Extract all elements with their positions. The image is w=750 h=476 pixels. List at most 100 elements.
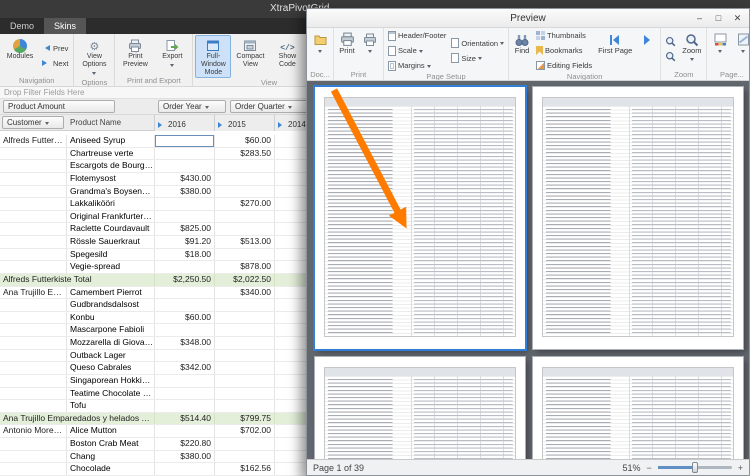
year-header-2016[interactable]: 2016 <box>155 115 215 131</box>
value-cell-2015[interactable] <box>215 349 275 362</box>
pivot-row[interactable]: Alfreds Futterkiste Aniseed Syrup $60.00 <box>0 135 336 148</box>
customer-cell[interactable] <box>0 438 67 450</box>
customer-cell[interactable]: Alfreds Futterkiste Total <box>0 273 155 286</box>
product-cell[interactable]: Grandma's Boysenberry Spread <box>67 185 155 198</box>
zoom-minus-button[interactable] <box>646 463 651 473</box>
value-cell-2015[interactable]: $340.00 <box>215 286 275 299</box>
value-cell-2015[interactable]: $799.75 <box>215 412 275 425</box>
zoom-out-button[interactable] <box>663 36 678 49</box>
value-cell-2016[interactable] <box>155 400 215 412</box>
customer-cell[interactable] <box>0 337 67 349</box>
thumbnails-button[interactable]: Thumbnails <box>534 29 594 42</box>
value-cell-2016[interactable] <box>155 261 215 273</box>
preview-page-2[interactable] <box>533 87 743 349</box>
value-cell-2016[interactable]: $380.00 <box>155 450 215 463</box>
product-cell[interactable]: Rössle Sauerkraut <box>67 236 155 248</box>
product-cell[interactable]: Alice Mutton <box>67 425 155 437</box>
product-cell[interactable]: Spegesild <box>67 248 155 261</box>
value-cell-2016[interactable] <box>155 324 215 336</box>
pivot-row[interactable]: Boston Crab Meat $220.80 <box>0 438 336 451</box>
value-cell-2016[interactable]: $220.80 <box>155 438 215 450</box>
customer-cell[interactable] <box>0 311 67 324</box>
value-cell-2015[interactable]: $513.00 <box>215 236 275 248</box>
value-cell-2016[interactable] <box>155 387 215 400</box>
product-cell[interactable]: Flotemysost <box>67 172 155 185</box>
product-cell[interactable]: Boston Crab Meat <box>67 438 155 450</box>
product-cell[interactable]: Raclette Courdavault <box>67 223 155 235</box>
value-cell-2016[interactable]: $60.00 <box>155 311 215 324</box>
value-cell-2016[interactable]: $348.00 <box>155 337 215 349</box>
pivot-row[interactable]: Outback Lager <box>0 349 336 363</box>
customer-cell[interactable] <box>0 147 67 160</box>
value-cell-2016[interactable] <box>155 374 215 387</box>
size-button[interactable]: Size <box>449 52 506 65</box>
product-cell[interactable]: Original Frankfurter grüne Soße <box>67 210 155 223</box>
value-cell-2015[interactable]: $270.00 <box>215 198 275 210</box>
pivot-row[interactable]: Flotemysost $430.00 <box>0 172 336 186</box>
preview-page-3[interactable] <box>315 357 525 459</box>
pivot-row[interactable]: Raclette Courdavault $825.00 <box>0 223 336 236</box>
value-cell-2016[interactable]: $2,250.50 <box>155 273 215 286</box>
product-cell[interactable]: Vegie-spread <box>67 261 155 273</box>
pivot-row[interactable]: Vegie-spread $878.00 <box>0 261 336 274</box>
pivot-row[interactable]: Teatime Chocolate Biscuits <box>0 387 336 401</box>
pivot-row[interactable]: Lakkalikööri $270.00 <box>0 198 336 211</box>
product-cell[interactable]: Chang <box>67 450 155 463</box>
value-cell-2015[interactable] <box>215 223 275 235</box>
customer-cell[interactable] <box>0 198 67 210</box>
customer-cell[interactable] <box>0 210 67 223</box>
full-window-mode-button[interactable]: Full-Window Mode <box>195 35 232 78</box>
product-cell[interactable]: Konbu <box>67 311 155 324</box>
customer-cell[interactable]: Ana Trujillo Emparedados y helados Total <box>0 412 155 425</box>
zoom-in-button[interactable] <box>663 51 678 64</box>
export-button[interactable]: Export <box>154 35 190 76</box>
customer-cell[interactable]: Antonio Moreno Taquería <box>0 425 67 437</box>
tab-demo[interactable]: Demo <box>0 18 44 34</box>
pivot-row[interactable]: Grandma's Boysenberry Spread $380.00 <box>0 185 336 199</box>
customer-cell[interactable] <box>0 374 67 387</box>
zoom-plus-button[interactable] <box>738 463 743 473</box>
value-cell-2015[interactable] <box>215 160 275 172</box>
value-cell-2015[interactable]: $60.00 <box>215 135 275 147</box>
customer-cell[interactable] <box>0 324 67 336</box>
product-cell[interactable]: Camembert Pierrot <box>67 286 155 299</box>
value-cell-2015[interactable] <box>215 387 275 400</box>
product-cell[interactable]: Mozzarella di Giovanni <box>67 337 155 349</box>
print-button[interactable]: Print <box>336 29 358 70</box>
customer-cell[interactable] <box>0 185 67 198</box>
margins-button[interactable]: Margins <box>386 59 448 72</box>
customer-cell[interactable] <box>0 450 67 463</box>
value-cell-2016[interactable] <box>155 147 215 160</box>
expand-icon[interactable] <box>278 121 285 128</box>
zoom-slider[interactable] <box>657 462 732 473</box>
value-cell-2016[interactable]: $430.00 <box>155 172 215 185</box>
view-options-button[interactable]: View Options <box>76 35 112 78</box>
bookmarks-button[interactable]: Bookmarks <box>534 44 594 57</box>
value-cell-2015[interactable] <box>215 172 275 185</box>
customer-cell[interactable]: Ana Trujillo Emparedados y helados <box>0 286 67 299</box>
value-cell-2016[interactable] <box>155 160 215 172</box>
value-cell-2015[interactable] <box>215 299 275 311</box>
pivot-row[interactable]: Spegesild $18.00 <box>0 248 336 262</box>
watermark-button[interactable] <box>732 29 749 70</box>
expand-icon[interactable] <box>218 121 225 128</box>
next-page-button[interactable] <box>636 29 658 72</box>
expand-icon[interactable] <box>158 121 165 128</box>
product-cell[interactable]: Singaporean Hokkien Fried Mee <box>67 374 155 387</box>
customer-cell[interactable] <box>0 160 67 172</box>
product-name-header[interactable]: Product Name <box>67 115 155 131</box>
customer-cell[interactable] <box>0 172 67 185</box>
value-cell-2015[interactable] <box>215 210 275 223</box>
value-cell-2015[interactable]: $2,022.50 <box>215 273 275 286</box>
pivot-row[interactable]: Antonio Moreno Taquería Alice Mutton $70… <box>0 425 336 438</box>
preview-page-4[interactable] <box>533 357 743 459</box>
find-button[interactable]: Find <box>511 29 533 72</box>
page-color-button[interactable] <box>709 29 731 70</box>
value-cell-2016[interactable]: $18.00 <box>155 248 215 261</box>
product-cell[interactable]: Escargots de Bourgogne <box>67 160 155 172</box>
value-cell-2015[interactable] <box>215 400 275 412</box>
pivot-row[interactable]: Escargots de Bourgogne <box>0 160 336 173</box>
customer-field[interactable]: Customer <box>2 116 64 129</box>
pivot-row[interactable]: Chartreuse verte $283.50 <box>0 147 336 161</box>
product-cell[interactable]: Teatime Chocolate Biscuits <box>67 387 155 400</box>
